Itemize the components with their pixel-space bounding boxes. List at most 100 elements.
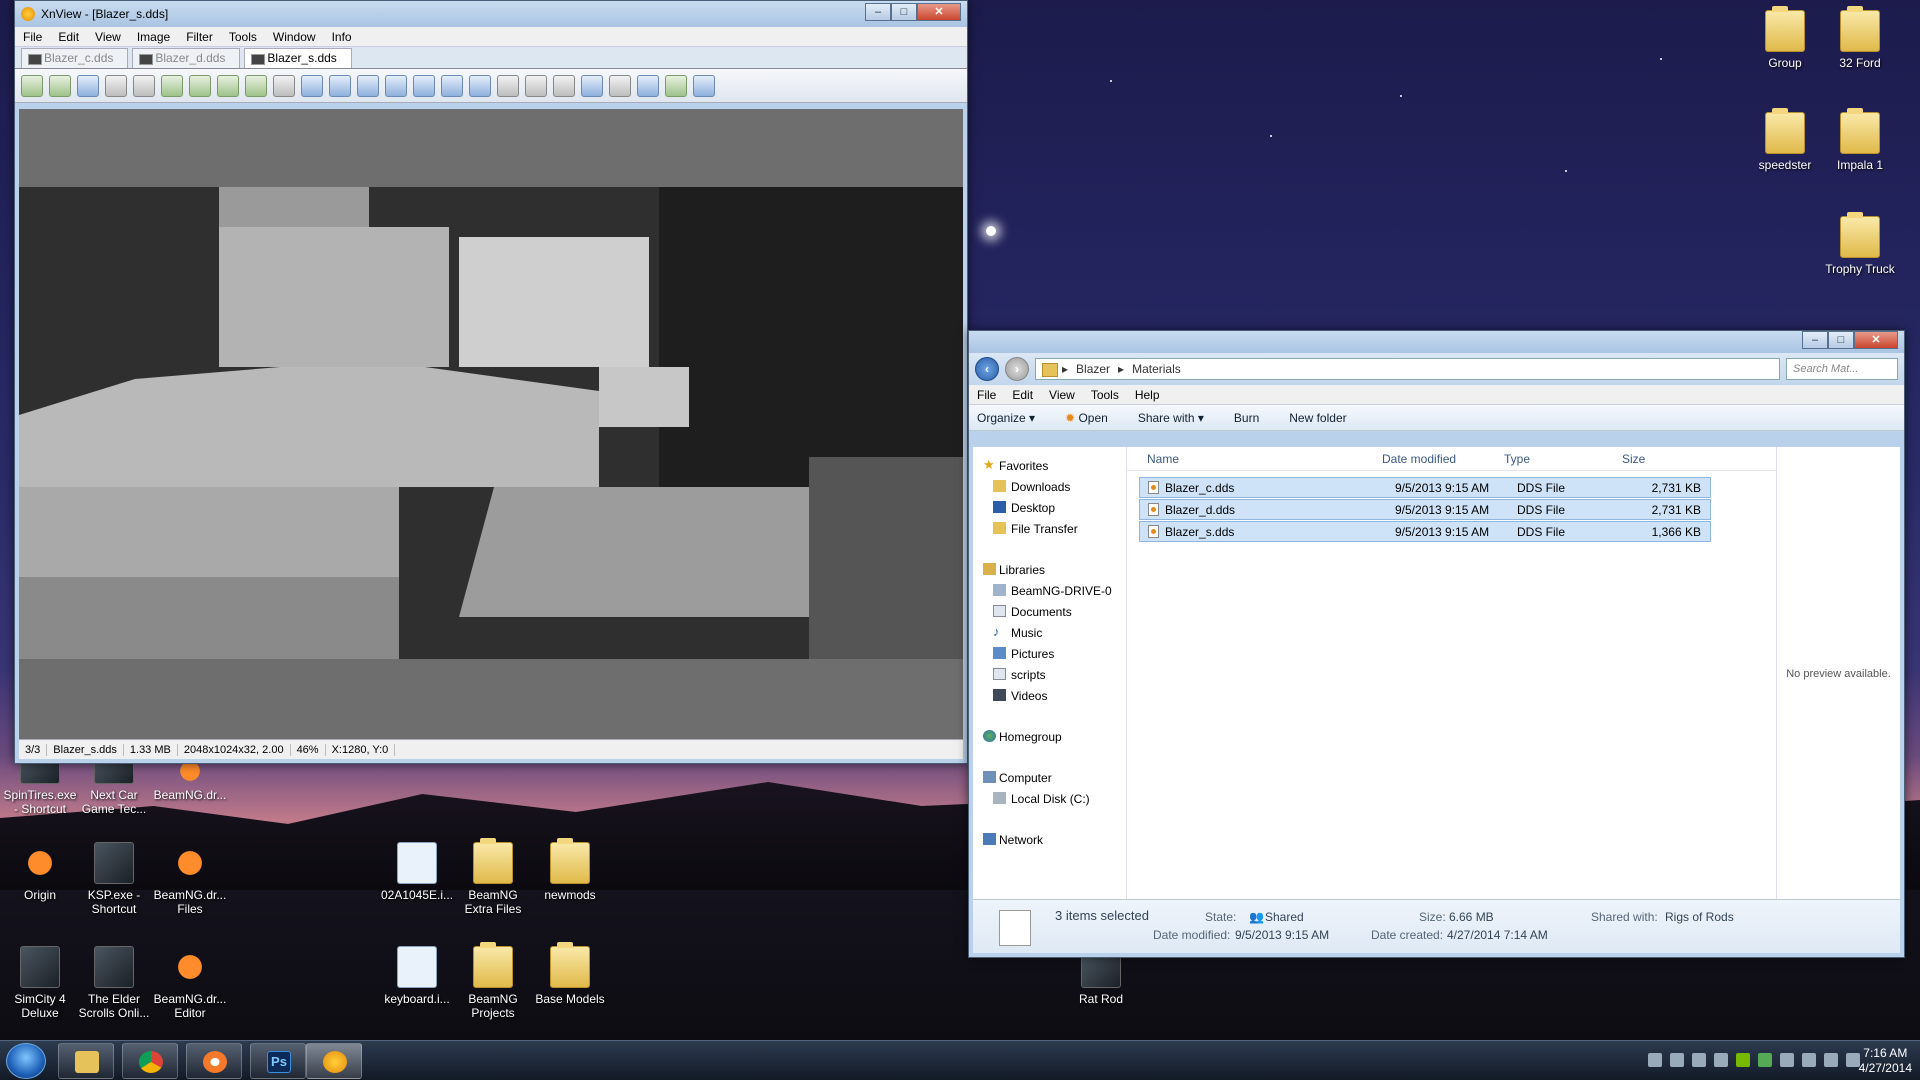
desktop-icon-beamng-editor[interactable]: BeamNG.dr... Editor bbox=[150, 946, 230, 1020]
nav-desktop[interactable]: Desktop bbox=[973, 497, 1126, 518]
previous-icon[interactable] bbox=[441, 74, 463, 97]
nav-libraries[interactable]: Libraries bbox=[973, 559, 1126, 580]
open-button[interactable]: ✹ Open bbox=[1065, 411, 1108, 425]
minimize-button[interactable]: – bbox=[1802, 331, 1828, 349]
nav-music[interactable]: ♪ Music bbox=[973, 622, 1126, 643]
capture-icon[interactable] bbox=[609, 74, 631, 97]
desktop-icon-beamng-files[interactable]: BeamNG.dr... Files bbox=[150, 842, 230, 916]
show-hidden-icon[interactable] bbox=[1648, 1053, 1662, 1067]
menu-help[interactable]: Help bbox=[1127, 388, 1168, 402]
taskbar-xnview[interactable] bbox=[306, 1043, 362, 1079]
organize-button[interactable]: Organize ▾ bbox=[977, 411, 1035, 425]
nav-file-transfer[interactable]: File Transfer bbox=[973, 518, 1126, 539]
xnview-window[interactable]: XnView - [Blazer_s.dds] – □ ✕ File Edit … bbox=[14, 0, 968, 764]
burn-button[interactable]: Burn bbox=[1234, 411, 1259, 425]
nav-videos[interactable]: Videos bbox=[973, 685, 1126, 706]
desktop-icon-group[interactable]: Group bbox=[1745, 6, 1825, 70]
nav-documents[interactable]: Documents bbox=[973, 601, 1126, 622]
maximize-button[interactable]: □ bbox=[891, 3, 917, 21]
forward-button[interactable]: › bbox=[1005, 357, 1029, 381]
desktop-icon-32-ford[interactable]: 32 Ford bbox=[1820, 6, 1900, 70]
taskbar-chrome[interactable] bbox=[122, 1043, 178, 1079]
window-icon[interactable] bbox=[553, 74, 575, 97]
effects-icon[interactable] bbox=[329, 74, 351, 97]
menu-edit[interactable]: Edit bbox=[50, 30, 87, 44]
back-button[interactable]: ‹ bbox=[975, 357, 999, 381]
desktop-icon-simcity[interactable]: SimCity 4 Deluxe bbox=[0, 946, 80, 1020]
resize-icon[interactable] bbox=[273, 74, 295, 97]
rotate-left-icon[interactable] bbox=[161, 74, 183, 97]
menu-info[interactable]: Info bbox=[324, 30, 360, 44]
tray-app-icon[interactable] bbox=[1780, 1053, 1794, 1067]
tray-app-icon[interactable] bbox=[1692, 1053, 1706, 1067]
column-type[interactable]: Type bbox=[1504, 452, 1622, 466]
nav-pictures[interactable]: Pictures bbox=[973, 643, 1126, 664]
explorer-titlebar[interactable]: – □ ✕ bbox=[969, 331, 1904, 353]
share-with-button[interactable]: Share with ▾ bbox=[1138, 411, 1204, 425]
menu-filter[interactable]: Filter bbox=[178, 30, 221, 44]
adjust-icon[interactable] bbox=[301, 74, 323, 97]
crop-icon[interactable] bbox=[133, 74, 155, 97]
last-icon[interactable] bbox=[525, 74, 547, 97]
nav-downloads[interactable]: Downloads bbox=[973, 476, 1126, 497]
mirror-icon[interactable] bbox=[245, 74, 267, 97]
desktop-icon-02a1045e[interactable]: 02A1045E.i... bbox=[377, 842, 457, 902]
maximize-button[interactable]: □ bbox=[1828, 331, 1854, 349]
menu-view[interactable]: View bbox=[87, 30, 129, 44]
column-name[interactable]: Name bbox=[1127, 452, 1382, 466]
desktop-icon-spintires[interactable]: SpinTires.exe - Shortcut bbox=[0, 758, 80, 816]
table-row[interactable]: Blazer_s.dds 9/5/2013 9:15 AM DDS File 1… bbox=[1139, 521, 1711, 542]
menu-edit[interactable]: Edit bbox=[1004, 388, 1041, 402]
nav-computer[interactable]: Computer bbox=[973, 767, 1126, 788]
action-center-icon[interactable] bbox=[1802, 1053, 1816, 1067]
desktop-icon-base-models[interactable]: Base Models bbox=[530, 942, 610, 1006]
desktop-icon-trophy-truck[interactable]: Trophy Truck bbox=[1820, 212, 1900, 276]
menu-file[interactable]: File bbox=[15, 30, 50, 44]
breadcrumb[interactable]: ▸ Blazer ▸ Materials bbox=[1035, 358, 1780, 380]
tab-blazer-s[interactable]: Blazer_s.dds bbox=[244, 48, 352, 68]
volume-icon[interactable] bbox=[1824, 1053, 1838, 1067]
nav-beamng-drive[interactable]: BeamNG-DRIVE-0 bbox=[973, 580, 1126, 601]
zoom-out-icon[interactable] bbox=[413, 74, 435, 97]
menu-tools[interactable]: Tools bbox=[221, 30, 265, 44]
menu-view[interactable]: View bbox=[1041, 388, 1083, 402]
save-icon[interactable] bbox=[77, 74, 99, 97]
desktop-icon-impala[interactable]: Impala 1 bbox=[1820, 108, 1900, 172]
desktop-icon-next-car-game[interactable]: Next Car Game Tec... bbox=[74, 758, 154, 816]
taskbar-blender[interactable] bbox=[186, 1043, 242, 1079]
desktop-icon-ksp[interactable]: KSP.exe - Shortcut bbox=[74, 842, 154, 916]
compare-icon[interactable] bbox=[693, 74, 715, 97]
nav-network[interactable]: Network bbox=[973, 829, 1126, 850]
search-input[interactable]: Search Mat... bbox=[1786, 358, 1898, 380]
nav-homegroup[interactable]: Homegroup bbox=[973, 726, 1126, 747]
steam-icon[interactable] bbox=[1714, 1053, 1728, 1067]
explorer-window[interactable]: – □ ✕ ‹ › ▸ Blazer ▸ Materials Search Ma… bbox=[968, 330, 1905, 958]
fullscreen-icon[interactable] bbox=[637, 74, 659, 97]
desktop-icon-elder-scrolls[interactable]: The Elder Scrolls Onli... bbox=[74, 946, 154, 1020]
menu-window[interactable]: Window bbox=[265, 30, 324, 44]
tray-app-icon[interactable] bbox=[1670, 1053, 1684, 1067]
open-icon[interactable] bbox=[49, 74, 71, 97]
desktop-icon-newmods[interactable]: newmods bbox=[530, 838, 610, 902]
taskbar-photoshop[interactable]: Ps bbox=[250, 1043, 306, 1079]
close-button[interactable]: ✕ bbox=[1854, 331, 1898, 349]
slideshow-icon[interactable] bbox=[581, 74, 603, 97]
desktop-icon-keyboard[interactable]: keyboard.i... bbox=[377, 946, 457, 1006]
desktop-icon-beamng[interactable]: BeamNG.dr... bbox=[150, 758, 230, 802]
clock[interactable]: 7:16 AM 4/27/2014 bbox=[1859, 1046, 1912, 1076]
desktop-icon-origin[interactable]: Origin bbox=[0, 842, 80, 902]
tray-app-icon[interactable] bbox=[1758, 1053, 1772, 1067]
minimize-button[interactable]: – bbox=[865, 3, 891, 21]
browser-icon[interactable] bbox=[21, 74, 43, 97]
table-row[interactable]: Blazer_c.dds 9/5/2013 9:15 AM DDS File 2… bbox=[1139, 477, 1711, 498]
nav-favorites[interactable]: ★ Favorites bbox=[973, 455, 1126, 476]
breadcrumb-blazer[interactable]: Blazer bbox=[1076, 362, 1110, 376]
nvidia-icon[interactable] bbox=[1736, 1053, 1750, 1067]
rotate-right-icon[interactable] bbox=[189, 74, 211, 97]
column-size[interactable]: Size bbox=[1622, 452, 1692, 466]
table-row[interactable]: Blazer_d.dds 9/5/2013 9:15 AM DDS File 2… bbox=[1139, 499, 1711, 520]
tab-blazer-d[interactable]: Blazer_d.dds bbox=[132, 48, 241, 68]
image-canvas[interactable] bbox=[19, 109, 963, 739]
flip-icon[interactable] bbox=[217, 74, 239, 97]
column-date-modified[interactable]: Date modified bbox=[1382, 452, 1504, 466]
